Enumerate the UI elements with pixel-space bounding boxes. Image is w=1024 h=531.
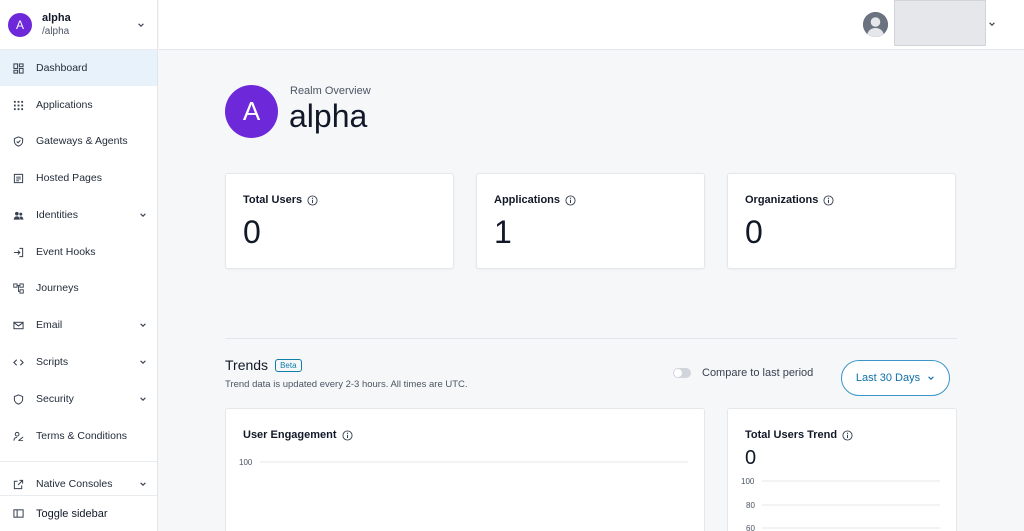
- date-range-label: Last 30 Days: [855, 372, 921, 384]
- stat-label-text: Applications: [494, 194, 561, 206]
- realm-overview-avatar: A: [225, 85, 278, 138]
- sidebar-item-label: Email: [36, 319, 63, 331]
- sidebar-item-label: Dashboard: [36, 62, 88, 74]
- y-tick-label: 60: [746, 524, 755, 531]
- mail-icon: [12, 319, 24, 331]
- sidebar-item-scripts[interactable]: Scripts: [0, 344, 157, 380]
- compare-toggle-label[interactable]: Compare to last period: [702, 367, 813, 379]
- sidebar-item-identities[interactable]: Identities: [0, 197, 157, 233]
- sidebar-item-label: Security: [36, 393, 74, 405]
- info-icon[interactable]: [307, 194, 318, 206]
- realm-path: /alpha: [42, 25, 70, 37]
- user-engagement-card: User Engagement 100: [225, 408, 705, 531]
- sidebar-item-label: Terms & Conditions: [36, 430, 128, 442]
- chevron-down-icon: [139, 480, 147, 488]
- user-engagement-chart: 100: [239, 458, 688, 467]
- shield-check-icon: [12, 135, 24, 147]
- chevron-down-icon[interactable]: [988, 20, 996, 28]
- stat-value: 1: [494, 214, 512, 250]
- sidebar-item-terms-conditions[interactable]: Terms & Conditions: [0, 418, 157, 454]
- section-divider: [225, 338, 957, 339]
- y-tick-label: 100: [239, 458, 253, 467]
- chevron-down-icon: [139, 321, 147, 329]
- sidebar-item-applications[interactable]: Applications: [0, 87, 157, 123]
- y-tick-label: 80: [746, 501, 755, 510]
- stat-label: Applications: [494, 194, 687, 206]
- user-silhouette-icon: [863, 12, 888, 37]
- overview-subtitle: Realm Overview: [290, 85, 371, 97]
- chevron-down-icon: [139, 358, 147, 366]
- people-icon: [12, 209, 24, 221]
- page-icon: [12, 172, 24, 184]
- compare-toggle[interactable]: [673, 368, 691, 378]
- sidebar-divider: [0, 461, 157, 462]
- realm-name: alpha: [42, 11, 71, 24]
- sidebar-item-label: Native Consoles: [36, 478, 113, 490]
- toggle-sidebar-button[interactable]: Toggle sidebar: [0, 495, 157, 531]
- sidebar-item-label: Identities: [36, 209, 79, 221]
- date-range-button[interactable]: Last 30 Days: [841, 360, 950, 396]
- sidebar-item-label: Event Hooks: [36, 246, 96, 258]
- user-avatar[interactable]: [863, 12, 888, 37]
- realm-avatar: A: [8, 12, 32, 37]
- stat-value: 0: [745, 214, 763, 250]
- sidebar-item-security[interactable]: Security: [0, 381, 157, 417]
- realm-switcher[interactable]: A alpha /alpha: [0, 0, 157, 50]
- sidebar-item-dashboard[interactable]: Dashboard: [0, 50, 157, 86]
- chevron-down-icon: [137, 21, 145, 29]
- sidebar-item-label: Applications: [36, 99, 93, 111]
- sidebar-item-email[interactable]: Email: [0, 307, 157, 343]
- login-arrow-icon: [12, 246, 24, 258]
- sidebar: A alpha /alpha Dashboard Applications Ga…: [0, 0, 158, 531]
- signature-icon: [12, 430, 24, 442]
- realm-info: alpha /alpha: [42, 11, 137, 39]
- toggle-knob: [674, 369, 682, 377]
- page-title: alpha: [289, 98, 368, 134]
- sidebar-item-label: Hosted Pages: [36, 172, 102, 184]
- total-users-trend-card: Total Users Trend 0 100 80 60: [727, 408, 957, 531]
- beta-badge: Beta: [275, 358, 302, 372]
- stat-card-organizations: Organizations 0: [727, 173, 956, 269]
- info-icon[interactable]: [565, 194, 576, 206]
- stat-label-text: Organizations: [745, 194, 819, 206]
- toggle-sidebar-label: Toggle sidebar: [36, 507, 108, 520]
- chevron-down-icon: [139, 211, 147, 219]
- info-icon[interactable]: [823, 194, 834, 206]
- trends-heading: Trends Beta: [225, 357, 302, 373]
- sidebar-item-hosted-pages[interactable]: Hosted Pages: [0, 160, 157, 196]
- chevron-down-icon: [139, 395, 147, 403]
- total-users-trend-chart: 100 80 60: [741, 477, 940, 531]
- sidebar-item-journeys[interactable]: Journeys: [0, 270, 157, 306]
- sidebar-item-label: Journeys: [36, 282, 79, 294]
- trends-title: Trends: [225, 357, 269, 373]
- stat-label-text: Total Users: [243, 194, 303, 206]
- sidebar-panel-icon: [12, 508, 24, 520]
- shield-icon: [12, 393, 24, 405]
- stat-value: 0: [243, 214, 261, 250]
- external-link-icon: [12, 478, 24, 490]
- code-icon: [12, 356, 24, 368]
- sidebar-item-event-hooks[interactable]: Event Hooks: [0, 234, 157, 270]
- dashboard-icon: [12, 62, 24, 74]
- y-tick-label: 100: [741, 477, 755, 486]
- sidebar-item-label: Gateways & Agents: [36, 135, 128, 147]
- stat-label: Organizations: [745, 194, 938, 206]
- flow-icon: [12, 282, 24, 294]
- user-menu-placeholder[interactable]: [894, 0, 986, 46]
- stat-card-total-users: Total Users 0: [225, 173, 454, 269]
- top-bar: [159, 0, 1024, 50]
- stat-label: Total Users: [243, 194, 436, 206]
- sidebar-item-label: Scripts: [36, 356, 69, 368]
- stat-card-applications: Applications 1: [476, 173, 705, 269]
- chevron-down-icon: [927, 374, 935, 382]
- trends-description: Trend data is updated every 2-3 hours. A…: [225, 379, 468, 390]
- sidebar-item-gateways-agents[interactable]: Gateways & Agents: [0, 123, 157, 159]
- apps-grid-icon: [12, 99, 24, 111]
